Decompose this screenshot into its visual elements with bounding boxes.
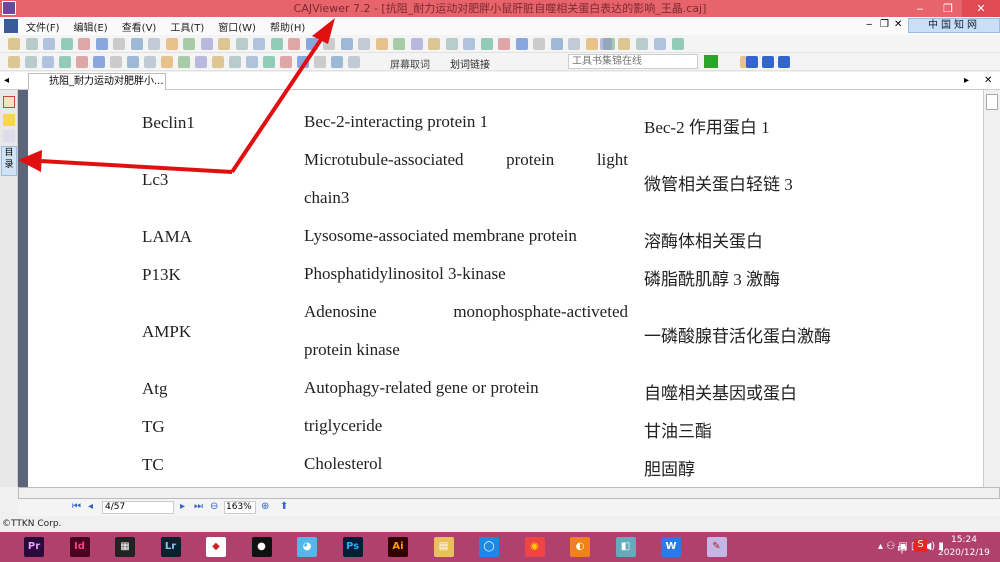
arrow-to-catalog bbox=[39, 159, 233, 174]
arrow-to-title bbox=[230, 36, 324, 174]
arrow-head bbox=[312, 18, 335, 44]
annotation-arrows bbox=[18, 18, 335, 174]
arrow-head bbox=[18, 150, 42, 172]
